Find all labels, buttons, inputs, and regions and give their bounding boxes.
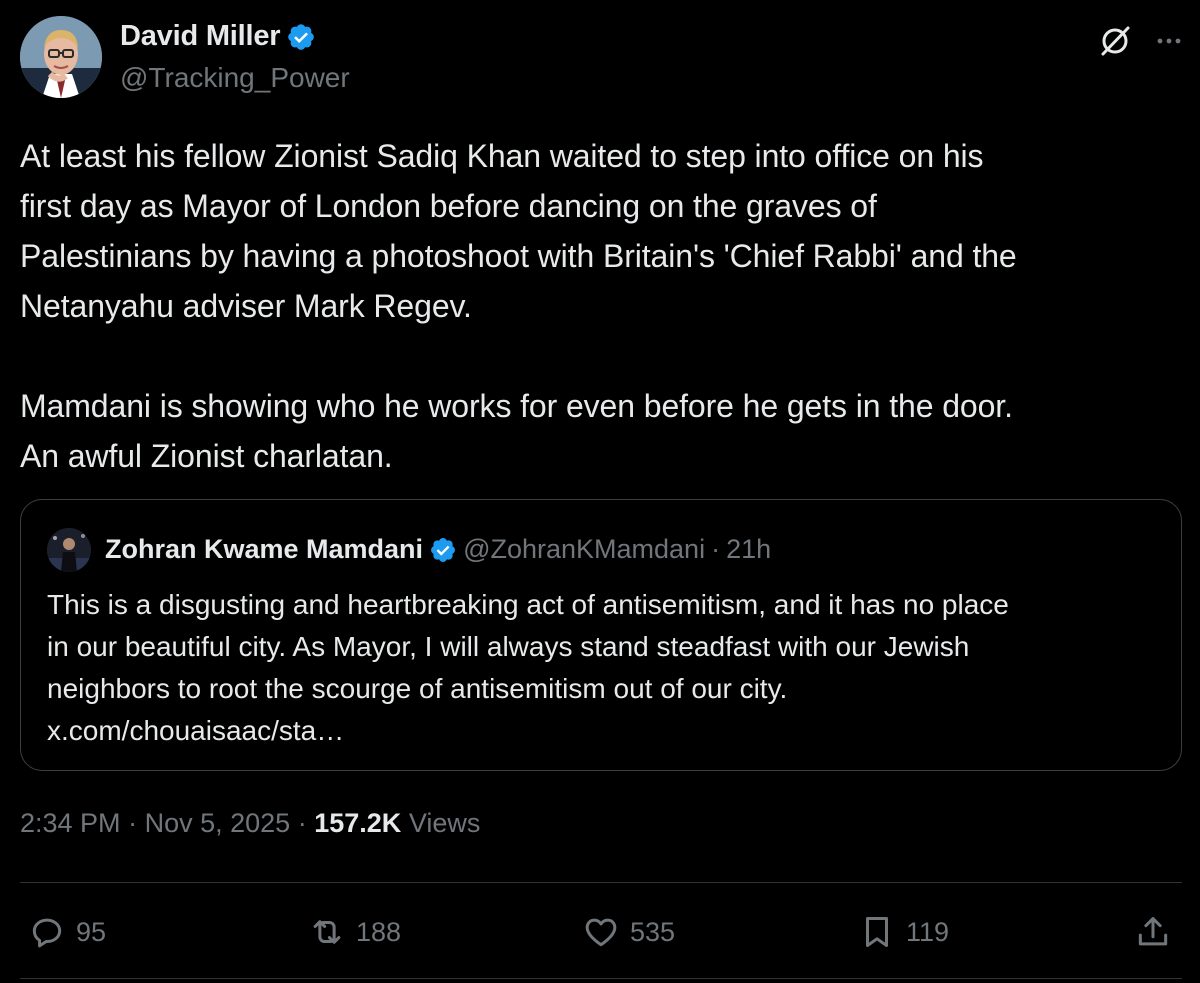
tweet-actions-bar: 95 188 535 119 [20,904,1180,960]
tweet-header: David Miller @Tracking_Power [20,16,1184,100]
bookmark-count: 119 [906,916,950,947]
grok-icon[interactable] [1098,24,1132,58]
reply-count: 95 [76,916,107,947]
verified-badge-icon [431,537,456,562]
tweet-meta: 2:34 PM · Nov 5, 2025 · 157.2K Views [20,808,480,839]
verified-badge-icon [288,23,315,50]
reply-icon [32,918,62,948]
repost-icon [313,920,341,944]
author-handle[interactable]: @Tracking_Power [120,62,350,94]
repost-count: 188 [356,916,402,947]
author-display-name[interactable]: David Miller [120,20,281,53]
views-label: Views [408,808,481,838]
separator-dot: · [128,808,138,838]
quoted-author-handle[interactable]: @ZohranKMamdani [463,534,705,565]
author-name-row: David Miller [120,20,316,53]
tweet-text: At least his fellow Zionist Sadiq Khan w… [20,138,1017,474]
bookmark-button[interactable]: 119 [858,904,949,960]
like-button[interactable]: 535 [582,904,675,960]
share-button[interactable] [1134,904,1172,960]
author-avatar[interactable] [20,16,102,98]
quoted-tweet-header: Zohran Kwame Mamdani @ZohranKMamdani · 2… [105,534,771,565]
quoted-tweet-time[interactable]: 21h [726,534,771,565]
tweet-time[interactable]: 2:34 PM [20,808,121,838]
bookmark-icon [865,917,889,947]
quoted-author-display-name[interactable]: Zohran Kwame Mamdani [105,534,423,565]
reply-button[interactable]: 95 [28,904,106,960]
top-actions [1098,24,1184,58]
quoted-tweet-card[interactable]: Zohran Kwame Mamdani @ZohranKMamdani · 2… [20,499,1182,771]
quoted-author-avatar[interactable] [47,528,91,572]
repost-button[interactable]: 188 [308,904,401,960]
like-count: 535 [630,916,676,947]
divider [20,882,1182,883]
views-count: 157.2K [314,808,402,838]
tweet-date[interactable]: Nov 5, 2025 [145,808,291,838]
separator-dot: · [711,534,721,564]
heart-icon [585,918,617,947]
separator-dot: · [297,808,307,838]
quoted-tweet-text: This is a disgusting and heartbreaking a… [47,589,1009,746]
more-options-icon[interactable] [1154,26,1184,56]
share-icon [1138,917,1168,946]
divider [20,978,1182,979]
